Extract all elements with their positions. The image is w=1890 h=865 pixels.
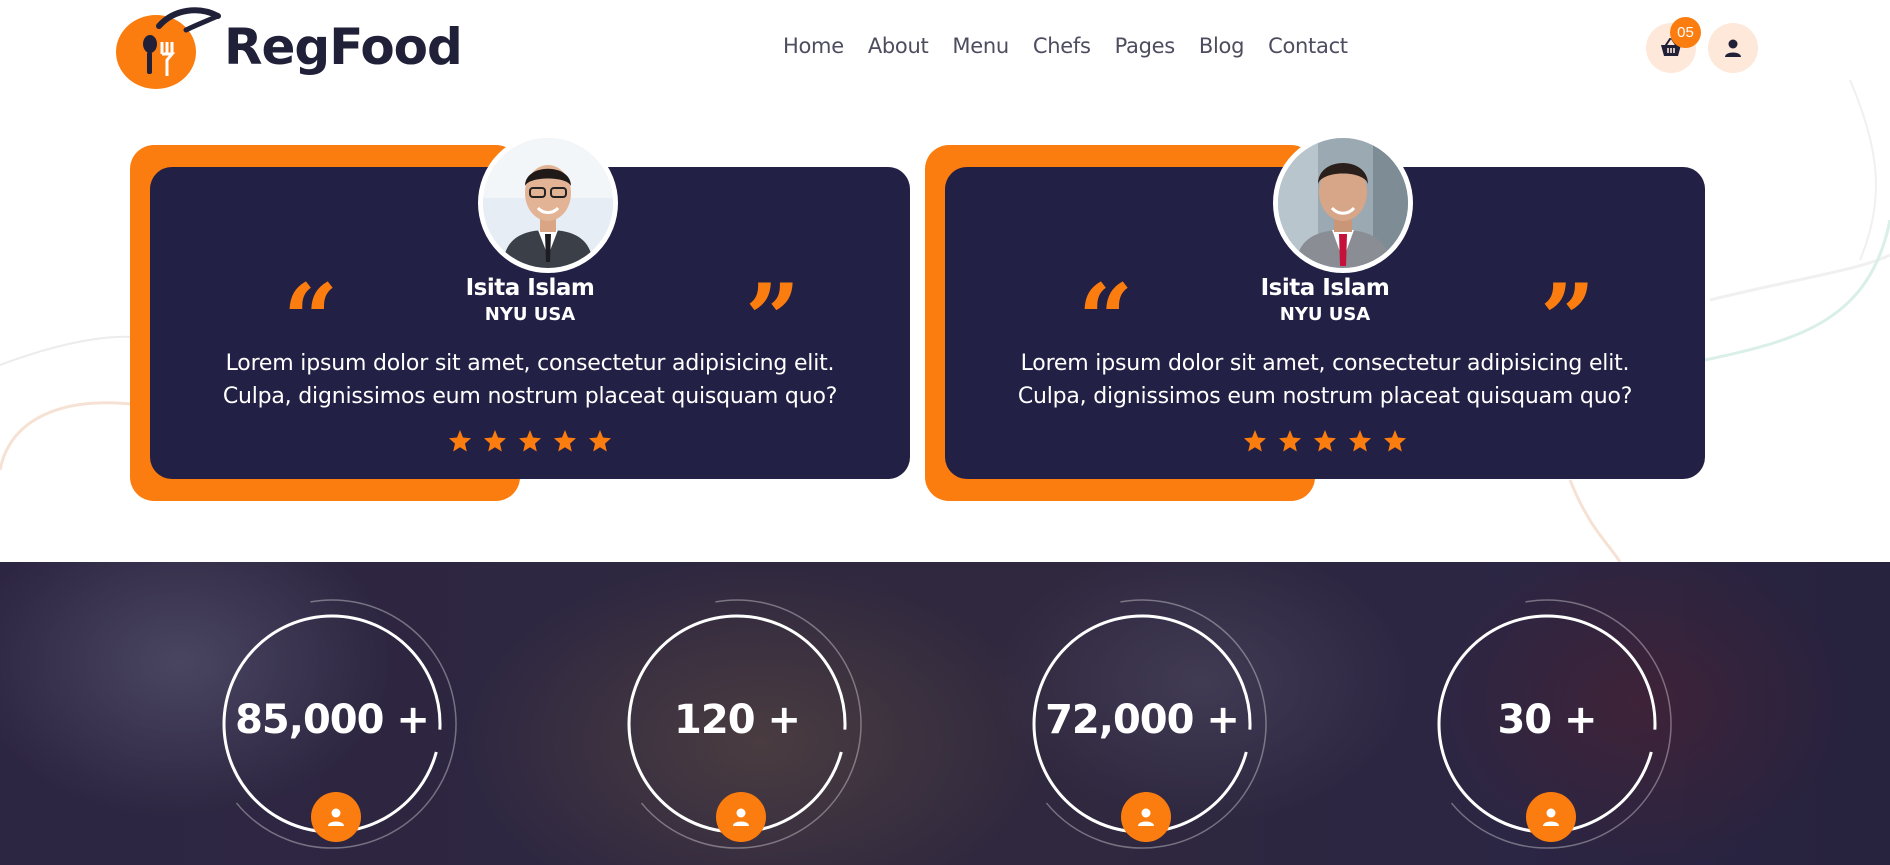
star-icon [554, 430, 576, 452]
account-button[interactable] [1708, 23, 1758, 73]
user-icon [733, 808, 749, 826]
star-icon [1244, 430, 1266, 452]
counter-icon-badge [716, 792, 766, 842]
counter-value: 30 + [1497, 697, 1597, 743]
star-icon [1384, 430, 1406, 452]
stats-section: 85,000 + 120 + 72,000 + 30 + [0, 562, 1890, 865]
counter-item: 85,000 + [202, 562, 462, 865]
rating-stars [150, 429, 910, 453]
rating-stars [945, 429, 1705, 453]
nav-about[interactable]: About [868, 34, 929, 58]
star-icon [484, 430, 506, 452]
nav-blog[interactable]: Blog [1199, 34, 1245, 58]
main-nav: Home About Menu Chefs Pages Blog Contact [783, 34, 1372, 58]
avatar [1273, 133, 1413, 273]
counter-value: 72,000 + [1045, 697, 1240, 743]
testimonial-role: NYU USA [484, 304, 576, 325]
person-photo-icon [1278, 138, 1408, 268]
testimonial-card: “ ” Isita Islam NYU USA Lorem ipsum dolo… [130, 133, 911, 501]
nav-chefs[interactable]: Chefs [1033, 34, 1091, 58]
counter-item: 72,000 + [1012, 562, 1272, 865]
counter-item: 120 + [607, 562, 867, 865]
user-icon [1725, 39, 1741, 57]
counter-icon-badge [311, 792, 361, 842]
star-icon [1279, 430, 1301, 452]
testimonial-role: NYU USA [1279, 304, 1371, 325]
testimonial-name: Isita Islam [1260, 275, 1390, 301]
counter-value: 120 + [674, 697, 801, 743]
star-icon [519, 430, 541, 452]
counter-item: 30 + [1417, 562, 1677, 865]
logo-text: RegFood [224, 18, 463, 76]
logo[interactable]: RegFood [114, 4, 463, 90]
user-icon [1138, 808, 1154, 826]
testimonial-body: “ ” Isita Islam NYU USA Lorem ipsum dolo… [945, 133, 1705, 479]
person-photo-icon [483, 138, 613, 268]
user-icon [1543, 808, 1559, 826]
testimonial-name: Isita Islam [465, 275, 595, 301]
nav-menu[interactable]: Menu [952, 34, 1009, 58]
testimonial-text: Lorem ipsum dolor sit amet, consectetur … [1017, 351, 1633, 409]
testimonial-body: “ ” Isita Islam NYU USA Lorem ipsum dolo… [150, 133, 910, 479]
star-icon [449, 430, 471, 452]
star-icon [1314, 430, 1336, 452]
counter-value: 85,000 + [235, 697, 430, 743]
nav-home[interactable]: Home [783, 34, 844, 58]
testimonial-card: “ ” Isita Islam NYU USA Lorem ipsum dolo… [925, 133, 1706, 501]
nav-pages[interactable]: Pages [1115, 34, 1176, 58]
testimonial-text: Lorem ipsum dolor sit amet, consectetur … [222, 351, 838, 409]
counter-icon-badge [1526, 792, 1576, 842]
site-header: RegFood Home About Menu Chefs Pages Blog… [0, 0, 1890, 98]
logo-mark-icon [116, 7, 221, 89]
star-icon [589, 430, 611, 452]
star-icon [1349, 430, 1371, 452]
counter-icon-badge [1121, 792, 1171, 842]
avatar [478, 133, 618, 273]
nav-contact[interactable]: Contact [1268, 34, 1348, 58]
cart-count-badge: 05 [1670, 17, 1701, 48]
user-icon [328, 808, 344, 826]
